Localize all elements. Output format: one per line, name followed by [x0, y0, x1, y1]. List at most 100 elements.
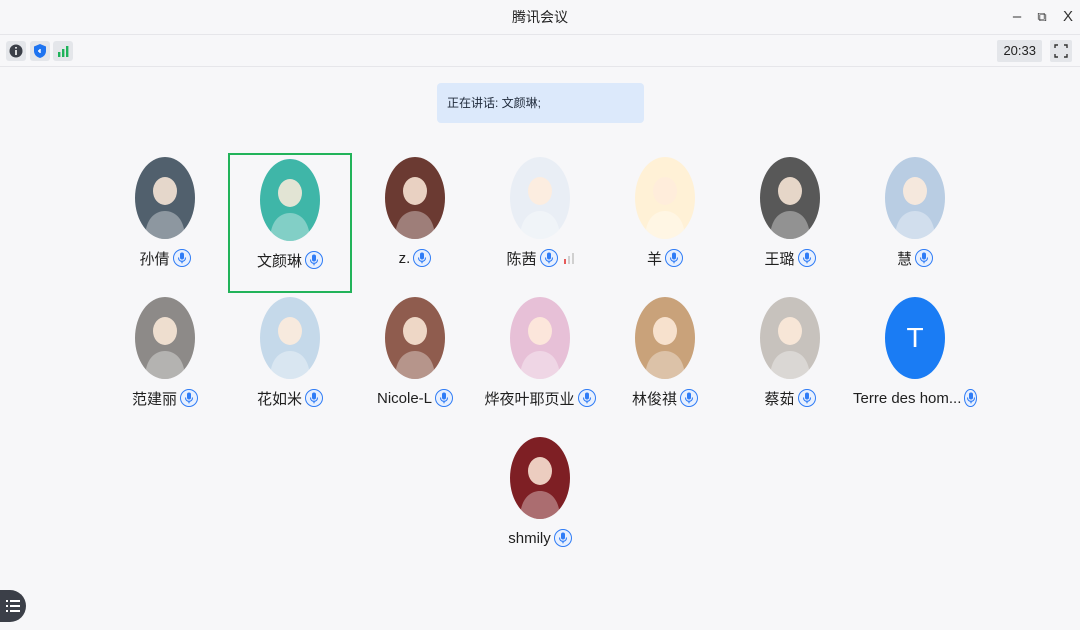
participant-name-row: z. — [353, 246, 477, 270]
avatar[interactable] — [260, 297, 320, 379]
avatar-image — [520, 457, 560, 519]
info-icon[interactable] — [6, 41, 26, 61]
participant-tile[interactable]: 王璐 — [728, 150, 852, 290]
meeting-toolbar: 20:33 — [0, 34, 1080, 67]
participant-tile[interactable]: 文颜琳 — [228, 153, 352, 293]
window-title: 腾讯会议 — [512, 9, 568, 25]
participant-name-row: 林俊祺 — [603, 386, 727, 410]
shield-icon[interactable] — [30, 41, 50, 61]
participant-name-row: 王璐 — [728, 246, 852, 270]
participant-name-row: 文颜琳 — [230, 248, 350, 272]
fullscreen-icon[interactable] — [1050, 40, 1072, 62]
avatar[interactable] — [760, 157, 820, 239]
participant-name-row: 慧 — [853, 246, 977, 270]
list-menu-icon[interactable] — [0, 590, 26, 622]
participant-name: 范建丽 — [131, 390, 177, 408]
microphone-icon — [797, 389, 816, 407]
avatar[interactable] — [260, 159, 320, 241]
microphone-icon — [305, 251, 323, 269]
avatar[interactable] — [635, 157, 695, 239]
avatar-image — [770, 177, 810, 239]
microphone-icon — [553, 529, 572, 547]
minimize-button[interactable]: – — [1006, 6, 1028, 28]
avatar[interactable] — [385, 297, 445, 379]
participant-name-row: 范建丽 — [103, 386, 227, 410]
avatar[interactable] — [135, 297, 195, 379]
avatar-image — [895, 177, 935, 239]
microphone-icon — [577, 389, 596, 407]
avatar[interactable] — [510, 157, 570, 239]
avatar-image — [270, 179, 310, 241]
participant-tile[interactable]: 烨夜叶耶页业 — [478, 290, 602, 430]
avatar[interactable] — [135, 157, 195, 239]
participant-name: Nicole-L — [376, 389, 433, 407]
participant-tile[interactable]: 林俊祺 — [603, 290, 727, 430]
microphone-icon — [539, 249, 558, 267]
avatar-image — [145, 177, 185, 239]
participant-name: 孙倩 — [139, 250, 170, 268]
volume-level-icon — [563, 252, 574, 264]
participant-name: 蔡茹 — [764, 390, 795, 408]
avatar[interactable] — [885, 157, 945, 239]
participant-name-row: 蔡茹 — [728, 386, 852, 410]
participant-name-row: 羊 — [603, 246, 727, 270]
participant-name: Terre des hom... — [853, 389, 962, 407]
microphone-icon — [413, 249, 432, 267]
avatar[interactable] — [510, 437, 570, 519]
avatar[interactable] — [510, 297, 570, 379]
participant-name-row: 烨夜叶耶页业 — [478, 386, 602, 410]
participant-name-row: Nicole-L — [353, 386, 477, 410]
microphone-icon — [964, 389, 977, 407]
avatar-image — [770, 317, 810, 379]
participant-tile[interactable]: 蔡茹 — [728, 290, 852, 430]
avatar[interactable] — [760, 297, 820, 379]
microphone-icon — [915, 249, 933, 267]
avatar[interactable] — [635, 297, 695, 379]
participant-name: 慧 — [896, 250, 912, 268]
microphone-icon — [435, 389, 454, 407]
avatar-image — [395, 317, 435, 379]
participant-tile[interactable]: Nicole-L — [353, 290, 477, 430]
participant-name: 林俊祺 — [631, 390, 677, 408]
participant-tile[interactable]: 羊 — [603, 150, 727, 290]
microphone-icon — [172, 249, 191, 267]
participant-tile[interactable]: shmily — [478, 430, 602, 570]
avatar-image — [270, 317, 310, 379]
microphone-icon — [665, 249, 683, 267]
participant-name-row: 孙倩 — [103, 246, 227, 270]
avatar-image — [645, 177, 685, 239]
avatar[interactable]: T — [885, 297, 945, 379]
participant-name: 王璐 — [764, 250, 795, 268]
avatar-image — [145, 317, 185, 379]
avatar-image — [395, 177, 435, 239]
participant-tile[interactable]: z. — [353, 150, 477, 290]
participant-name: 羊 — [646, 250, 662, 268]
participant-name-row: 陈茜 — [478, 246, 602, 270]
participant-tile[interactable]: 孙倩 — [103, 150, 227, 290]
participant-name-row: shmily — [478, 526, 602, 550]
participant-tile[interactable]: 花如米 — [228, 290, 352, 430]
microphone-icon — [680, 389, 698, 407]
participant-name: z. — [398, 249, 411, 267]
participant-tile[interactable]: T Terre des hom... — [853, 290, 977, 430]
participant-name-row: Terre des hom... — [853, 386, 977, 410]
avatar[interactable] — [385, 157, 445, 239]
participant-tile[interactable]: 陈茜 — [478, 150, 602, 290]
participant-name: 花如米 — [256, 390, 302, 408]
avatar-image — [520, 317, 560, 379]
avatar-image — [520, 177, 560, 239]
participant-name: 文颜琳 — [256, 252, 302, 270]
close-button[interactable]: X — [1057, 6, 1079, 28]
restore-button[interactable]: ⧉ — [1031, 6, 1053, 28]
signal-bars-icon[interactable] — [53, 41, 73, 61]
participant-name: shmily — [508, 529, 551, 547]
participant-name: 烨夜叶耶页业 — [484, 390, 575, 408]
participant-name: 陈茜 — [506, 250, 537, 268]
microphone-icon — [797, 249, 816, 267]
title-bar: 腾讯会议 – ⧉ X — [0, 0, 1080, 34]
microphone-icon — [305, 389, 323, 407]
avatar-letter: T — [906, 322, 924, 353]
participant-tile[interactable]: 慧 — [853, 150, 977, 290]
participant-tile[interactable]: 范建丽 — [103, 290, 227, 430]
avatar-image — [645, 317, 685, 379]
